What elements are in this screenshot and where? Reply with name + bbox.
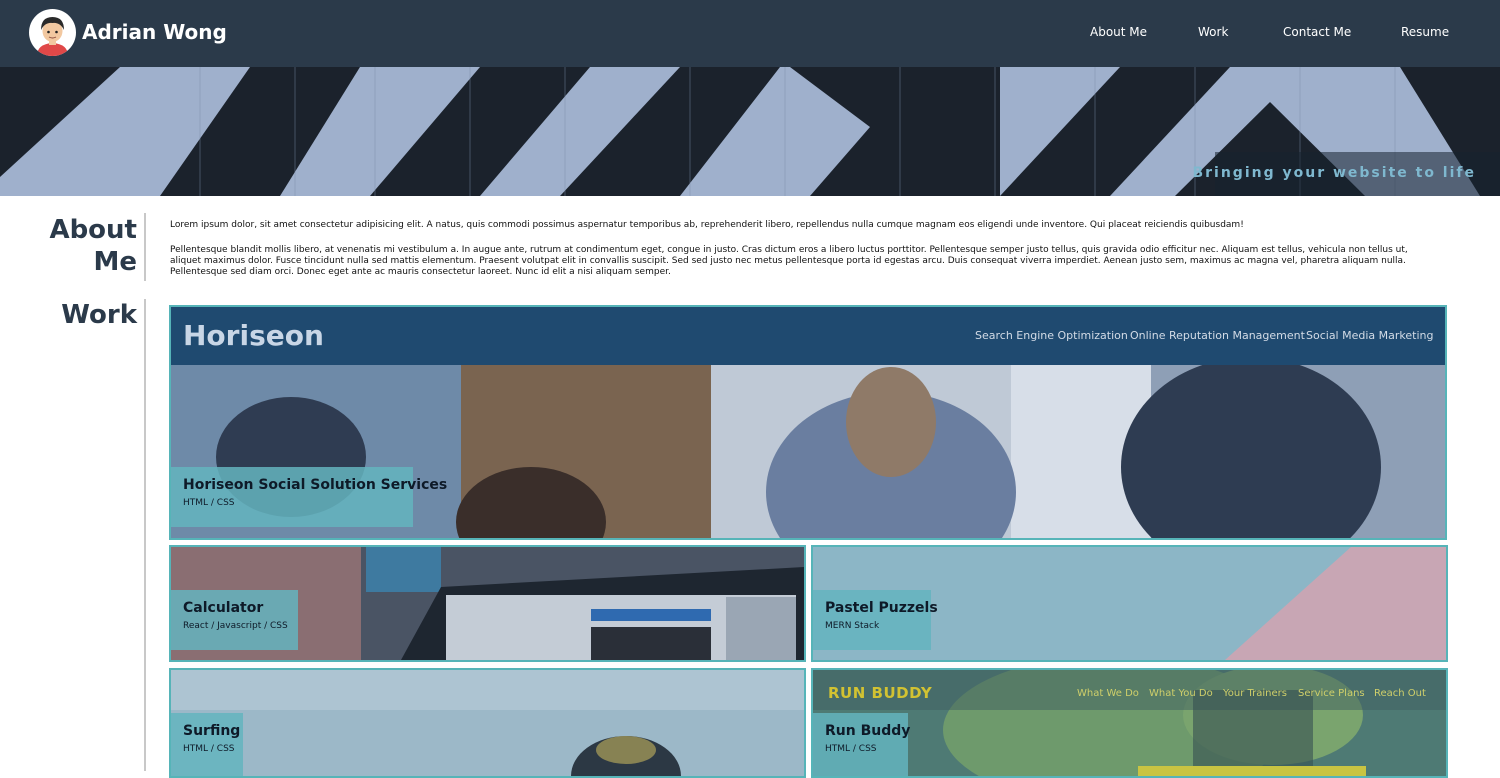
project-card-calculator[interactable]: Calculator React / Javascript / CSS — [169, 545, 806, 662]
project-title: Pastel Puzzels — [825, 600, 938, 616]
horiseon-header-bar: Horiseon Search Engine Optimization Onli… — [171, 307, 1445, 365]
run-buddy-logo: RUN BUDDY — [828, 684, 933, 702]
work-divider — [144, 299, 146, 771]
site-header: Adrian Wong About Me Work Contact Me Res… — [0, 0, 1500, 67]
project-title: Surfing — [183, 723, 241, 739]
about-heading: About Me — [49, 214, 137, 278]
horiseon-nav-orm: Online Reputation Management — [1130, 329, 1305, 342]
project-label-surfing: Surfing HTML / CSS — [171, 713, 243, 776]
work-heading: Work — [61, 300, 137, 330]
nav-link-work[interactable]: Work — [1198, 25, 1228, 39]
project-label-pastel-puzzels: Pastel Puzzels MERN Stack — [813, 590, 938, 650]
project-tech: HTML / CSS — [825, 744, 877, 754]
project-label-run-buddy: Run Buddy HTML / CSS — [813, 713, 911, 776]
project-tech: HTML / CSS — [183, 498, 235, 508]
project-title: Run Buddy — [825, 723, 911, 739]
project-card-horiseon[interactable]: Horiseon Search Engine Optimization Onli… — [169, 305, 1447, 540]
about-heading-line2: Me — [93, 247, 137, 277]
run-buddy-nav-reach-out: Reach Out — [1374, 688, 1426, 699]
project-title: Horiseon Social Solution Services — [183, 477, 448, 493]
nav-link-about-me[interactable]: About Me — [1090, 25, 1147, 39]
site-name[interactable]: Adrian Wong — [82, 20, 227, 44]
nav-link-contact-me[interactable]: Contact Me — [1283, 25, 1351, 39]
about-heading-line1: About — [49, 215, 137, 245]
run-buddy-nav-what-we-do: What We Do — [1077, 688, 1139, 699]
hero-tagline: Bringing your website to life — [1192, 165, 1476, 181]
horiseon-nav-seo: Search Engine Optimization — [975, 329, 1128, 342]
run-buddy-nav-service-plans: Service Plans — [1298, 688, 1365, 699]
project-tech: React / Javascript / CSS — [183, 621, 288, 631]
project-title: Calculator — [183, 600, 264, 616]
hero-banner: Bringing your website to life — [0, 67, 1500, 196]
project-tech: HTML / CSS — [183, 744, 235, 754]
project-tech: MERN Stack — [825, 621, 880, 631]
about-paragraph-1: Lorem ipsum dolor, sit amet consectetur … — [170, 220, 1244, 230]
about-divider — [144, 213, 146, 281]
project-label-calculator: Calculator React / Javascript / CSS — [171, 590, 298, 650]
surfing-screenshot — [171, 670, 804, 776]
run-buddy-nav-your-trainers: Your Trainers — [1223, 688, 1287, 699]
nav-link-resume[interactable]: Resume — [1401, 25, 1449, 39]
horiseon-logo: Horiseon — [183, 319, 324, 352]
project-card-pastel-puzzels[interactable]: Pastel Puzzels MERN Stack — [811, 545, 1448, 662]
project-label-horiseon: Horiseon Social Solution Services HTML /… — [171, 467, 448, 527]
project-card-surfing[interactable]: Surfing HTML / CSS — [169, 668, 806, 778]
project-card-run-buddy[interactable]: RUN BUDDY What We Do What You Do Your Tr… — [811, 668, 1448, 778]
about-paragraph-2: Pellentesque blandit mollis libero, at v… — [170, 245, 1408, 277]
horiseon-nav-smm: Social Media Marketing — [1306, 329, 1434, 342]
avatar-icon[interactable] — [29, 9, 76, 56]
run-buddy-nav-what-you-do: What You Do — [1149, 688, 1213, 699]
